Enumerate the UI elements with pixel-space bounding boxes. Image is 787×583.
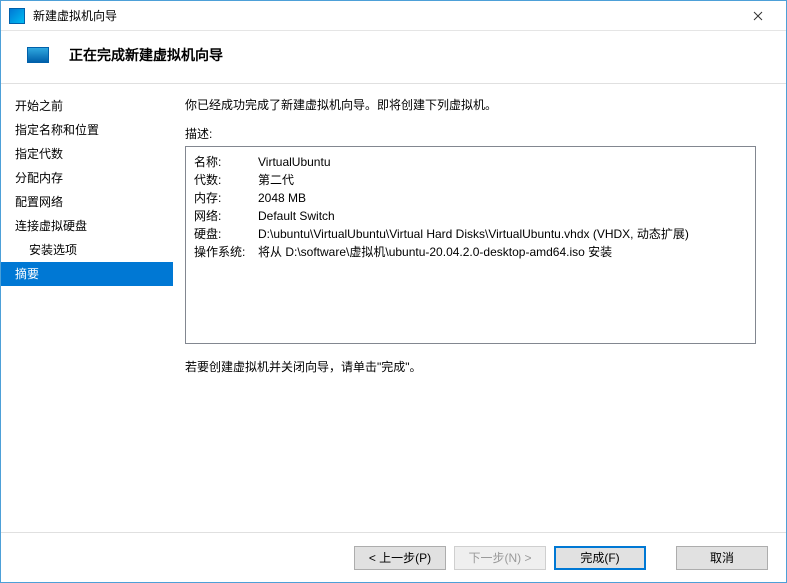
summary-row: 硬盘:D:\ubuntu\VirtualUbuntu\Virtual Hard … (194, 225, 747, 243)
summary-key: 网络: (194, 207, 258, 225)
wizard-body: 开始之前指定名称和位置指定代数分配内存配置网络连接虚拟硬盘安装选项摘要 你已经成… (1, 84, 786, 532)
summary-value: 将从 D:\software\虚拟机\ubuntu-20.04.2.0-desk… (258, 243, 612, 261)
summary-value: D:\ubuntu\VirtualUbuntu\Virtual Hard Dis… (258, 225, 689, 243)
nav-step-6[interactable]: 安装选项 (1, 238, 173, 262)
titlebar: 新建虚拟机向导 (1, 1, 786, 31)
content-pane: 你已经成功完成了新建虚拟机向导。即将创建下列虚拟机。 描述: 名称:Virtua… (173, 84, 786, 532)
summary-key: 代数: (194, 171, 258, 189)
summary-row: 操作系统:将从 D:\software\虚拟机\ubuntu-20.04.2.0… (194, 243, 747, 261)
summary-row: 网络:Default Switch (194, 207, 747, 225)
monitor-icon (27, 47, 49, 63)
close-icon[interactable] (738, 2, 778, 30)
nav-step-7[interactable]: 摘要 (1, 262, 173, 286)
wizard-steps: 开始之前指定名称和位置指定代数分配内存配置网络连接虚拟硬盘安装选项摘要 (1, 84, 173, 532)
wizard-header: 正在完成新建虚拟机向导 (1, 31, 786, 84)
cancel-button[interactable]: 取消 (676, 546, 768, 570)
summary-value: VirtualUbuntu (258, 153, 331, 171)
description-label: 描述: (185, 125, 756, 142)
wizard-footer: < 上一步(P) 下一步(N) > 完成(F) 取消 (1, 532, 786, 582)
app-icon (9, 8, 25, 24)
summary-value: 第二代 (258, 171, 294, 189)
nav-step-0[interactable]: 开始之前 (1, 94, 173, 118)
summary-value: 2048 MB (258, 189, 306, 207)
next-button: 下一步(N) > (454, 546, 546, 570)
hint-text: 若要创建虚拟机并关闭向导，请单击"完成"。 (185, 358, 756, 375)
nav-step-4[interactable]: 配置网络 (1, 190, 173, 214)
nav-step-3[interactable]: 分配内存 (1, 166, 173, 190)
wizard-window: 新建虚拟机向导 正在完成新建虚拟机向导 开始之前指定名称和位置指定代数分配内存配… (0, 0, 787, 583)
nav-step-5[interactable]: 连接虚拟硬盘 (1, 214, 173, 238)
nav-step-1[interactable]: 指定名称和位置 (1, 118, 173, 142)
summary-value: Default Switch (258, 207, 335, 225)
window-title: 新建虚拟机向导 (33, 7, 738, 24)
summary-key: 操作系统: (194, 243, 258, 261)
summary-row: 代数:第二代 (194, 171, 747, 189)
previous-button[interactable]: < 上一步(P) (354, 546, 446, 570)
finish-button[interactable]: 完成(F) (554, 546, 646, 570)
summary-key: 内存: (194, 189, 258, 207)
summary-row: 内存:2048 MB (194, 189, 747, 207)
summary-row: 名称:VirtualUbuntu (194, 153, 747, 171)
summary-key: 名称: (194, 153, 258, 171)
nav-step-2[interactable]: 指定代数 (1, 142, 173, 166)
summary-key: 硬盘: (194, 225, 258, 243)
intro-text: 你已经成功完成了新建虚拟机向导。即将创建下列虚拟机。 (185, 96, 756, 113)
summary-box: 名称:VirtualUbuntu代数:第二代内存:2048 MB网络:Defau… (185, 146, 756, 344)
page-title: 正在完成新建虚拟机向导 (69, 45, 223, 65)
